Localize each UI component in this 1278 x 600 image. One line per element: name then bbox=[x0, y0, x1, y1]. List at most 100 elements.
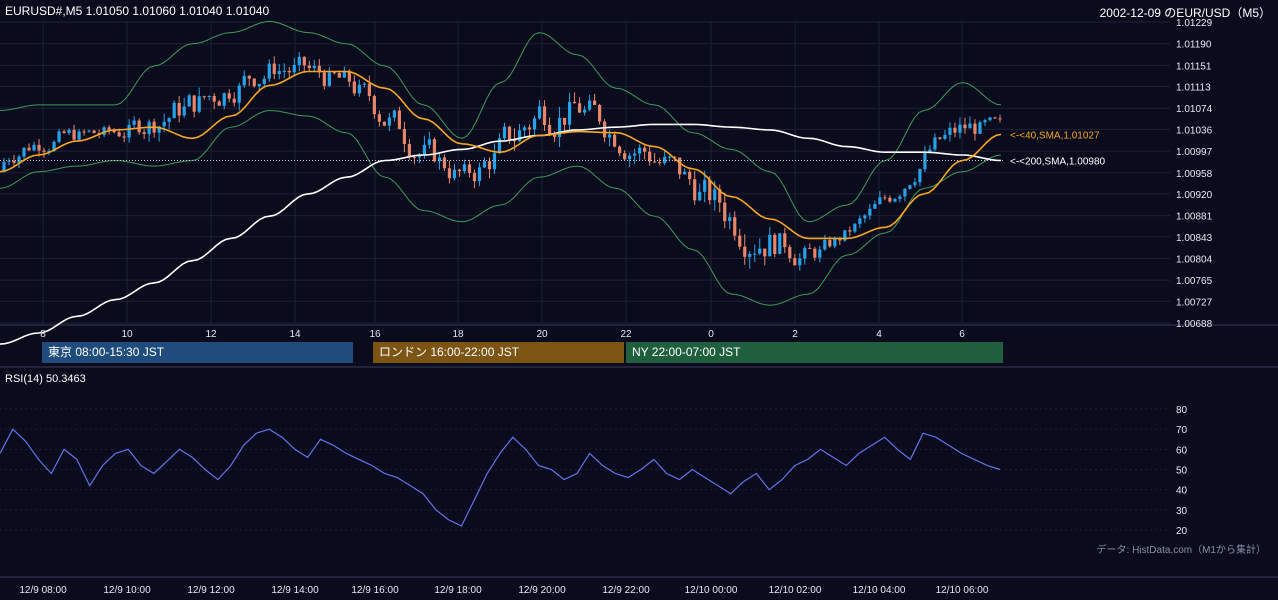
candle-body bbox=[613, 134, 617, 147]
candle-body bbox=[863, 215, 867, 219]
candle-body bbox=[743, 246, 747, 257]
candle-body bbox=[562, 117, 567, 125]
candle-body bbox=[162, 121, 166, 127]
candle-body bbox=[262, 78, 266, 84]
price-tick-label: 1.00958 bbox=[1176, 169, 1213, 180]
price-tick-label: 1.01036 bbox=[1176, 125, 1213, 136]
candle-body bbox=[327, 72, 331, 86]
candle-body bbox=[122, 136, 126, 138]
candle-body bbox=[172, 102, 176, 119]
candle-body bbox=[733, 217, 737, 236]
candle-body bbox=[387, 117, 391, 126]
price-chart: 1.012291.011901.011511.011131.010741.010… bbox=[0, 18, 1278, 596]
candle-body bbox=[422, 144, 427, 156]
candle-body bbox=[252, 78, 256, 87]
candle-body bbox=[833, 238, 837, 247]
candle-body bbox=[472, 172, 477, 182]
hour-tick-label: 16 bbox=[369, 329, 381, 340]
candle-body bbox=[207, 95, 211, 97]
candle-body bbox=[988, 117, 992, 121]
time-tick-label: 12/9 20:00 bbox=[518, 585, 566, 596]
candle-body bbox=[322, 72, 326, 86]
bollinger-upper bbox=[0, 20, 1002, 223]
candle-body bbox=[432, 139, 437, 162]
candle-body bbox=[572, 101, 577, 104]
hour-tick-label: 4 bbox=[876, 329, 882, 340]
candle-body bbox=[658, 162, 662, 164]
candle-body bbox=[918, 169, 922, 183]
candle-body bbox=[888, 197, 892, 202]
candle-body bbox=[202, 96, 206, 98]
candle-body bbox=[893, 199, 897, 202]
candle-body bbox=[542, 106, 547, 126]
candle-body bbox=[603, 121, 607, 138]
candle-body bbox=[377, 114, 381, 122]
candle-body bbox=[818, 249, 822, 258]
candle-body bbox=[823, 239, 827, 250]
hour-tick-label: 10 bbox=[121, 329, 133, 340]
candle-body bbox=[257, 83, 261, 87]
candle-body bbox=[367, 83, 371, 97]
candle-body bbox=[232, 98, 236, 103]
price-tick-label: 1.01190 bbox=[1176, 40, 1212, 51]
candle-body bbox=[898, 196, 902, 200]
candle-body bbox=[332, 72, 336, 74]
sma40-label: <-<40,SMA,1.01027 bbox=[1010, 130, 1100, 141]
session-tokyo: 東京 08:00-15:30 JST bbox=[42, 342, 353, 363]
candle-body bbox=[708, 179, 712, 201]
candle-body bbox=[27, 147, 31, 151]
candle-body bbox=[212, 95, 216, 102]
candle-body bbox=[618, 146, 622, 154]
candle-body bbox=[132, 120, 136, 125]
time-tick-label: 12/10 04:00 bbox=[853, 585, 906, 596]
candle-body bbox=[22, 147, 26, 157]
candle-body bbox=[117, 132, 121, 137]
sma200-line bbox=[0, 123, 1002, 345]
rsi-title: RSI(14) 50.3463 bbox=[5, 373, 86, 385]
candle-body bbox=[958, 124, 962, 133]
candle-body bbox=[362, 83, 366, 85]
candle-body bbox=[532, 118, 537, 130]
candle-body bbox=[522, 127, 527, 131]
hour-tick-label: 8 bbox=[40, 329, 46, 340]
price-tick-label: 1.00881 bbox=[1176, 212, 1213, 223]
candle-body bbox=[903, 188, 907, 197]
candle-body bbox=[242, 75, 246, 86]
candle-body bbox=[663, 156, 667, 164]
candle-body bbox=[492, 153, 497, 170]
candle-body bbox=[592, 100, 597, 105]
candle-body bbox=[392, 110, 396, 118]
candle-body bbox=[527, 127, 532, 130]
price-tick-label: 1.01151 bbox=[1176, 61, 1212, 72]
candle-body bbox=[72, 129, 76, 140]
time-tick-label: 12/10 00:00 bbox=[685, 585, 738, 596]
candle-body bbox=[407, 143, 412, 158]
candle-body bbox=[628, 155, 632, 160]
symbol-info: EURUSD#,M5 1.01050 1.01060 1.01040 1.010… bbox=[5, 4, 270, 18]
rsi-tick-label: 30 bbox=[1176, 506, 1188, 517]
candle-body bbox=[633, 153, 637, 156]
candle-body bbox=[222, 93, 226, 106]
candle-body bbox=[978, 122, 982, 134]
candle-body bbox=[177, 102, 181, 116]
time-tick-label: 12/9 16:00 bbox=[351, 585, 399, 596]
candle-body bbox=[537, 106, 542, 119]
hour-tick-label: 14 bbox=[289, 329, 301, 340]
candle-body bbox=[192, 95, 196, 112]
candle-body bbox=[808, 247, 812, 249]
sma40-line bbox=[0, 70, 1002, 240]
candle-body bbox=[813, 248, 817, 258]
time-tick-label: 12/9 10:00 bbox=[103, 585, 151, 596]
candle-body bbox=[87, 130, 91, 132]
candle-body bbox=[227, 93, 231, 99]
candle-body bbox=[913, 182, 917, 186]
candle-body bbox=[292, 64, 296, 73]
price-tick-label: 1.00920 bbox=[1176, 190, 1213, 201]
candle-body bbox=[77, 131, 81, 140]
candle-body bbox=[62, 131, 66, 133]
candle-body bbox=[948, 127, 952, 135]
candle-body bbox=[908, 185, 912, 189]
hour-tick-label: 0 bbox=[708, 329, 714, 340]
price-tick-label: 1.00843 bbox=[1176, 233, 1213, 244]
hour-tick-label: 22 bbox=[620, 329, 632, 340]
